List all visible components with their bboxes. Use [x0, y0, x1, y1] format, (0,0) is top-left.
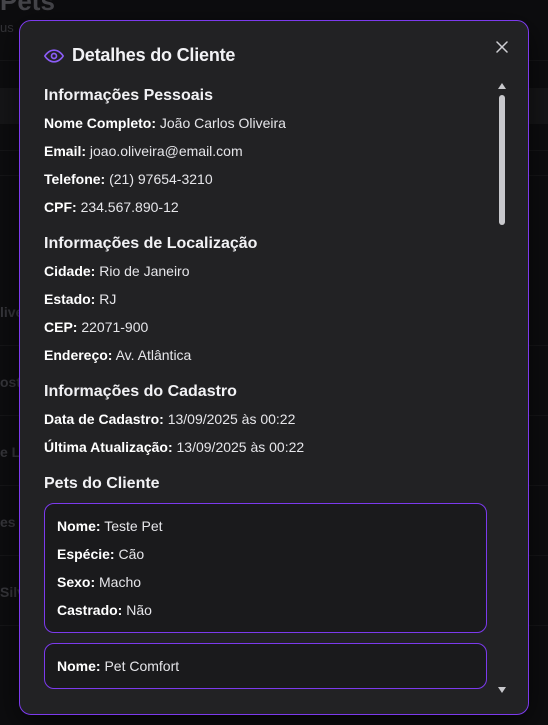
- field-label: Última Atualização:: [44, 439, 173, 455]
- scrollbar-thumb[interactable]: [499, 95, 505, 225]
- section-title: Informações do Cadastro: [44, 383, 237, 400]
- field-label: Nome:: [57, 658, 101, 674]
- modal-content[interactable]: Informações Pessoais Nome Completo: João…: [44, 83, 494, 693]
- location-info-section: Informações de Localização Cidade: Rio d…: [44, 231, 494, 369]
- close-button[interactable]: [492, 37, 512, 57]
- field-value: 234.567.890-12: [80, 199, 179, 215]
- pet-card: Nome: Teste Pet Espécie: Cão Sexo: Macho…: [44, 503, 487, 633]
- close-icon: [496, 41, 508, 53]
- address-field: Endereço: Av. Atlântica: [44, 341, 494, 369]
- cep-field: CEP: 22071-900: [44, 313, 494, 341]
- pet-name-field: Nome: Teste Pet: [57, 512, 474, 540]
- pet-card: Nome: Pet Comfort: [44, 643, 487, 689]
- field-label: Cidade:: [44, 263, 96, 279]
- field-value: Macho: [99, 574, 142, 590]
- field-value: Av. Atlântica: [115, 347, 192, 363]
- field-label: Telefone:: [44, 171, 106, 187]
- city-field: Cidade: Rio de Janeiro: [44, 257, 494, 285]
- field-value: Cão: [118, 546, 145, 562]
- state-field: Estado: RJ: [44, 285, 494, 313]
- updated-at-field: Última Atualização: 13/09/2025 às 00:22: [44, 433, 494, 461]
- created-at-field: Data de Cadastro: 13/09/2025 às 00:22: [44, 405, 494, 433]
- field-label: Email:: [44, 143, 87, 159]
- field-value: Pet Comfort: [104, 658, 180, 674]
- cpf-field: CPF: 234.567.890-12: [44, 193, 494, 221]
- field-value: 22071-900: [81, 319, 149, 335]
- scroll-down-arrow-icon[interactable]: [498, 687, 506, 695]
- field-label: Endereço:: [44, 347, 113, 363]
- field-label: Espécie:: [57, 546, 115, 562]
- field-label: CEP:: [44, 319, 78, 335]
- full-name-field: Nome Completo: João Carlos Oliveira: [44, 109, 494, 137]
- field-label: Estado:: [44, 291, 96, 307]
- pet-sex-field: Sexo: Macho: [57, 568, 474, 596]
- field-value: 13/09/2025 às 00:22: [167, 411, 296, 427]
- registration-info-section: Informações do Cadastro Data de Cadastro…: [44, 379, 494, 461]
- field-label: Sexo:: [57, 574, 96, 590]
- pet-species-field: Espécie: Cão: [57, 540, 474, 568]
- field-value: Não: [126, 602, 152, 618]
- field-label: Castrado:: [57, 602, 123, 618]
- field-label: Nome:: [57, 518, 101, 534]
- section-title: Pets do Cliente: [44, 475, 160, 492]
- scroll-up-arrow-icon[interactable]: [498, 83, 506, 91]
- section-title: Informações Pessoais: [44, 87, 213, 104]
- field-label: Data de Cadastro:: [44, 411, 164, 427]
- phone-field: Telefone: (21) 97654-3210: [44, 165, 494, 193]
- pet-neutered-field: Castrado: Não: [57, 596, 474, 624]
- client-details-modal: Detalhes do Cliente Informações Pessoais…: [19, 20, 529, 715]
- field-value: João Carlos Oliveira: [159, 115, 286, 131]
- scrollbar[interactable]: [498, 83, 506, 693]
- field-value: Teste Pet: [104, 518, 163, 534]
- field-label: CPF:: [44, 199, 77, 215]
- field-label: Nome Completo:: [44, 115, 156, 131]
- personal-info-section: Informações Pessoais Nome Completo: João…: [44, 83, 494, 221]
- email-field: Email: joao.oliveira@email.com: [44, 137, 494, 165]
- field-value: joao.oliveira@email.com: [89, 143, 243, 159]
- modal-header: Detalhes do Cliente: [44, 45, 235, 66]
- field-value: Rio de Janeiro: [99, 263, 190, 279]
- modal-title: Detalhes do Cliente: [72, 45, 236, 65]
- pets-section: Pets do Cliente Nome: Teste Pet Espécie:…: [44, 471, 494, 689]
- pet-name-field: Nome: Pet Comfort: [57, 652, 474, 680]
- section-title: Informações de Localização: [44, 235, 258, 252]
- eye-icon: [44, 46, 64, 66]
- field-value: (21) 97654-3210: [109, 171, 213, 187]
- field-value: 13/09/2025 às 00:22: [176, 439, 305, 455]
- field-value: RJ: [99, 291, 117, 307]
